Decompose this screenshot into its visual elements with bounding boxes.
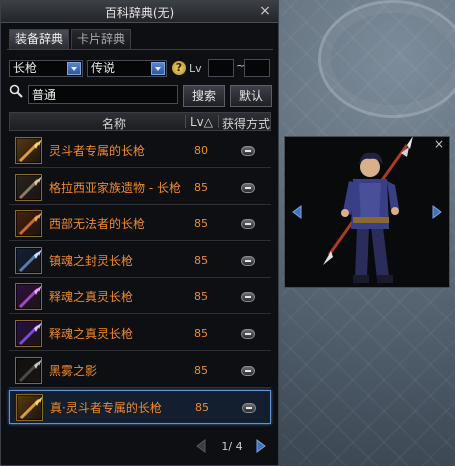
acquire-method-button[interactable] <box>241 146 255 156</box>
header-name[interactable]: 名称 <box>102 115 126 132</box>
item-name: 真·灵斗者专属的长枪 <box>50 400 162 415</box>
item-level: 80 <box>194 144 208 157</box>
table-row[interactable]: 释魂之真灵长枪 85 <box>9 280 271 314</box>
spear-icon-violet <box>15 320 42 347</box>
table-row[interactable]: 黑雾之影 85 <box>9 354 271 388</box>
page-indicator: 1/ 4 <box>221 440 243 453</box>
item-name: 释魂之真灵长枪 <box>49 289 134 304</box>
table-row[interactable]: 灵斗者专属的长枪 80 <box>9 134 271 168</box>
tab-cards[interactable]: 卡片辞典 <box>71 29 131 49</box>
acquire-method-button[interactable] <box>241 366 255 376</box>
item-level: 85 <box>195 401 209 414</box>
acquire-method-button[interactable] <box>241 219 255 229</box>
item-level: 85 <box>194 327 208 340</box>
acquire-method-button[interactable] <box>241 292 255 302</box>
page-next-icon[interactable] <box>254 439 268 453</box>
header-method[interactable]: 获得方式 <box>222 115 270 132</box>
item-name: 释魂之真灵长枪 <box>49 326 134 341</box>
avatar-preview-panel: × <box>284 136 450 288</box>
spear-icon-blue <box>15 247 42 274</box>
search-input[interactable] <box>28 85 178 104</box>
acquire-method-button[interactable] <box>241 256 255 266</box>
item-name: 灵斗者专属的长枪 <box>49 143 146 158</box>
item-level: 85 <box>194 217 208 230</box>
acquire-method-button[interactable] <box>241 329 255 339</box>
title-bar[interactable]: 百科辞典(无) × <box>1 1 278 23</box>
weapon-type-select[interactable]: 长枪 <box>9 60 83 77</box>
page-prev-icon[interactable] <box>194 439 208 453</box>
spear-icon-dark <box>15 174 42 201</box>
header-divider <box>185 115 186 128</box>
table-row[interactable]: 西部无法者的长枪 85 <box>9 207 271 241</box>
item-level: 85 <box>194 181 208 194</box>
window-title: 百科辞典(无) <box>104 6 175 20</box>
background-medallion <box>318 0 455 118</box>
level-label: Lv <box>189 62 202 75</box>
weapon-type-value: 长枪 <box>13 61 38 75</box>
level-max-input[interactable] <box>244 59 270 77</box>
close-icon[interactable]: × <box>258 3 272 19</box>
item-level: 85 <box>194 290 208 303</box>
level-min-input[interactable] <box>208 59 234 77</box>
search-icon <box>9 84 23 98</box>
table-row[interactable]: 真·灵斗者专属的长枪 85 <box>9 390 271 424</box>
search-button[interactable]: 搜索 <box>183 85 225 107</box>
table-row[interactable]: 镇魂之封灵长枪 85 <box>9 244 271 278</box>
item-name: 黑雾之影 <box>49 363 98 378</box>
rotate-right-icon[interactable] <box>431 205 443 219</box>
table-row[interactable]: 释魂之真灵长枪 85 <box>9 317 271 351</box>
acquire-method-button[interactable] <box>242 403 256 413</box>
rotate-left-icon[interactable] <box>291 205 303 219</box>
table-row[interactable]: 格拉西亚家族遗物 - 长枪 85 <box>9 171 271 205</box>
acquire-method-button[interactable] <box>241 183 255 193</box>
item-name: 西部无法者的长枪 <box>49 216 146 231</box>
grade-value: 传说 <box>91 61 116 75</box>
default-button[interactable]: 默认 <box>230 85 272 107</box>
header-level[interactable]: Lv△ <box>190 115 213 129</box>
tab-divider <box>7 49 273 50</box>
character-figure <box>323 137 413 283</box>
item-name: 镇魂之封灵长枪 <box>49 253 134 268</box>
tab-equipment[interactable]: 装备辞典 <box>9 29 69 49</box>
chevron-down-icon[interactable] <box>67 62 81 75</box>
table-header: 名称 Lv△ 获得方式 <box>9 112 271 131</box>
spear-icon-gold <box>16 394 43 421</box>
spear-icon-purple <box>15 283 42 310</box>
item-name: 格拉西亚家族遗物 - 长枪 <box>49 180 181 195</box>
spear-icon-orange <box>15 210 42 237</box>
item-level: 85 <box>194 254 208 267</box>
chevron-down-icon[interactable] <box>151 62 165 75</box>
encyclopedia-window: 百科辞典(无) × 装备辞典 卡片辞典 长枪 传说 ? Lv ~ 搜索 默认 名… <box>0 0 279 466</box>
help-icon[interactable]: ? <box>172 61 186 75</box>
grade-select[interactable]: 传说 <box>87 60 167 77</box>
item-level: 85 <box>194 364 208 377</box>
close-icon[interactable]: × <box>433 138 445 150</box>
header-divider <box>218 115 219 128</box>
spear-icon-black <box>15 357 42 384</box>
spear-icon-gold <box>15 137 42 164</box>
